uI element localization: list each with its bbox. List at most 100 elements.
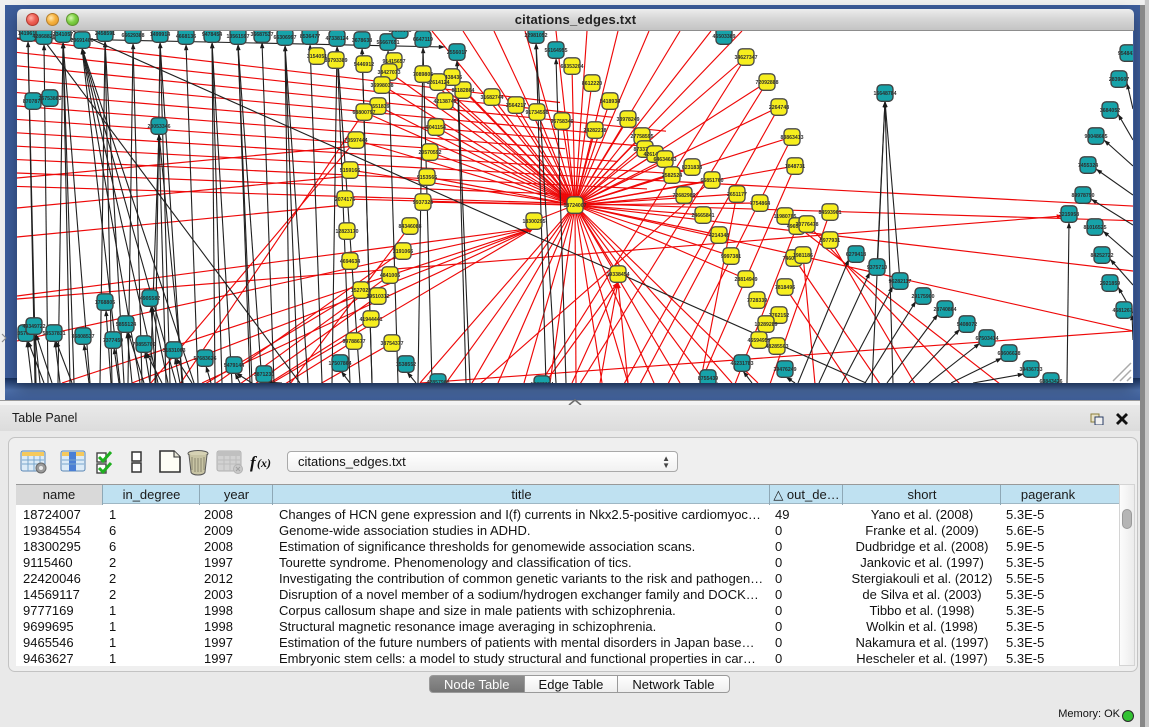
svg-text:38754377: 38754377 [380,341,403,347]
svg-text:68800797: 68800797 [352,110,375,116]
svg-text:1768805: 1768805 [95,300,115,306]
svg-text:63843426: 63843426 [1039,379,1062,383]
svg-text:84593961: 84593961 [818,210,841,216]
svg-text:7089806: 7089806 [413,72,433,78]
svg-text:96282117: 96282117 [889,279,912,285]
svg-text:42138745: 42138745 [433,99,456,105]
svg-text:24665841: 24665841 [691,213,714,219]
svg-text:1538552: 1538552 [396,362,416,368]
svg-text:2264748: 2264748 [769,105,789,111]
svg-text:7728339: 7728339 [747,298,767,304]
svg-text:3678638: 3678638 [352,38,372,44]
svg-text:7818496: 7818496 [775,285,795,291]
svg-text:7455324: 7455324 [1078,163,1098,169]
svg-text:7754864: 7754864 [750,201,770,207]
svg-text:30868105: 30868105 [388,31,411,34]
svg-text:28814949: 28814949 [734,277,757,283]
svg-text:(x): (x) [257,456,271,470]
svg-text:13561597: 13561597 [226,34,249,40]
svg-text:3871230: 3871230 [254,372,274,378]
svg-text:2651177: 2651177 [727,192,747,198]
svg-text:95758349: 95758349 [550,119,573,125]
svg-text:84346088: 84346088 [398,224,421,230]
svg-text:19510312: 19510312 [366,294,389,300]
svg-text:2921859: 2921859 [1100,281,1120,287]
svg-text:3215958: 3215958 [1059,212,1079,218]
svg-text:36687537: 36687537 [250,32,273,38]
svg-text:89978790: 89978790 [1071,193,1094,199]
svg-text:67503414: 67503414 [975,336,998,342]
svg-text:24282218: 24282218 [583,128,606,134]
svg-text:18724007: 18724007 [563,203,586,209]
svg-text:20691406: 20691406 [70,38,93,44]
svg-text:49349722: 49349722 [22,324,45,330]
svg-text:3684052: 3684052 [1100,108,1120,114]
svg-text:8755439: 8755439 [698,376,718,382]
svg-text:2556017: 2556017 [447,50,467,56]
svg-text:48285503: 48285503 [765,344,788,350]
svg-text:17507864: 17507864 [328,361,351,367]
svg-text:27758595: 27758595 [630,134,653,140]
svg-text:6279418: 6279418 [846,252,866,258]
svg-text:18883684: 18883684 [530,382,553,383]
svg-text:58537831: 58537831 [42,331,65,337]
svg-text:81182864: 81182864 [452,88,475,94]
svg-text:3564217: 3564217 [506,103,526,109]
svg-text:84252722: 84252722 [1090,253,1113,259]
svg-text:70855700: 70855700 [132,342,155,348]
svg-text:8612220: 8612220 [582,81,602,87]
svg-text:2074176: 2074176 [335,197,355,203]
svg-text:39476249: 39476249 [773,367,796,373]
svg-text:34627347: 34627347 [734,55,757,61]
svg-text:38427073: 38427073 [377,70,400,76]
svg-text:1981186: 1981186 [793,253,813,259]
svg-text:28740864: 28740864 [933,307,956,313]
svg-text:9478454: 9478454 [202,32,222,38]
svg-text:70597444: 70597444 [344,138,367,144]
svg-text:90048665: 90048665 [1084,134,1107,140]
svg-text:64634663: 64634663 [653,157,676,163]
svg-text:63606628: 63606628 [997,351,1020,357]
svg-text:4214348: 4214348 [709,233,729,239]
svg-text:5446912: 5446912 [354,62,374,68]
svg-text:30776478: 30776478 [795,222,818,228]
svg-text:83863413: 83863413 [780,135,803,141]
svg-text:55667651: 55667651 [376,40,399,46]
svg-text:1848731: 1848731 [785,164,805,170]
svg-text:2458591: 2458591 [95,31,115,37]
svg-text:66851760: 66851760 [700,178,723,184]
svg-text:9997381: 9997381 [721,254,741,260]
svg-text:8231838: 8231838 [682,165,702,171]
svg-text:20570592: 20570592 [418,150,441,156]
svg-text:26753883: 26753883 [38,96,61,102]
svg-text:68353204: 68353204 [560,64,583,70]
svg-text:8536477: 8536477 [300,34,320,40]
svg-text:19338454: 19338454 [606,272,629,278]
svg-text:83793389: 83793389 [324,58,347,64]
svg-text:5408072: 5408072 [957,322,977,328]
svg-text:7377459: 7377459 [103,338,123,344]
svg-text:72682989: 72682989 [672,193,695,199]
svg-text:4841005: 4841005 [380,273,400,279]
svg-text:2839607: 2839607 [1109,77,1129,83]
svg-text:57683626: 57683626 [193,356,216,362]
svg-text:45812670: 45812670 [1112,308,1133,314]
svg-text:41944441: 41944441 [359,317,382,323]
svg-text:45503389: 45503389 [712,34,735,40]
svg-text:56164955: 56164955 [544,48,567,54]
svg-text:99788677: 99788677 [342,339,365,345]
svg-text:12823170: 12823170 [335,229,358,235]
svg-text:20053346: 20053346 [147,124,170,130]
svg-text:4905582: 4905582 [140,296,160,302]
svg-text:9153566: 9153566 [417,175,437,181]
svg-text:81016525: 81016525 [1083,225,1106,231]
svg-text:5479144: 5479144 [224,363,244,369]
svg-text:66306997: 66306997 [273,35,296,41]
svg-text:39436733: 39436733 [1019,367,1042,373]
svg-text:35808537: 35808537 [71,334,94,340]
svg-text:2191066: 2191066 [393,249,413,255]
svg-text:9937326: 9937326 [413,200,433,206]
svg-text:5977931: 5977931 [820,238,840,244]
svg-text:5159166: 5159166 [340,168,360,174]
svg-text:47338124: 47338124 [325,36,348,42]
